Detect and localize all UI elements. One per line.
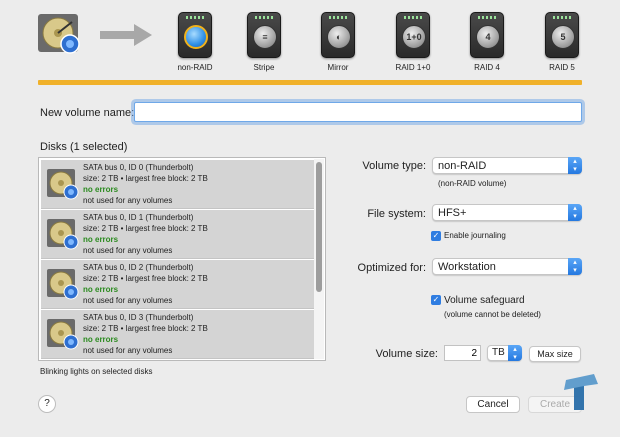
raid-type-label: Mirror <box>327 63 349 72</box>
hard-disk-icon <box>47 219 79 250</box>
disk-row[interactable]: SATA bus 0, ID 0 (Thunderbolt) size: 2 T… <box>41 160 315 209</box>
disks-heading: Disks (1 selected) <box>40 141 128 153</box>
disk-size: size: 2 TB • largest free block: 2 TB <box>83 324 208 333</box>
volume-type-popup[interactable]: non-RAID ▴ ▾ <box>432 157 582 174</box>
raid-type-mirror[interactable]: ◐ Mirror <box>303 12 373 72</box>
file-system-popup[interactable]: HFS+ ▴ ▾ <box>432 204 582 221</box>
raid10-icon: 1+0 <box>402 25 426 49</box>
disk-usage: not used for any volumes <box>83 196 173 205</box>
hard-disk-icon <box>47 319 79 350</box>
size-unit-value: TB <box>492 347 505 358</box>
disk-title: SATA bus 0, ID 3 (Thunderbolt) <box>83 313 194 322</box>
hard-disk-icon <box>47 269 79 300</box>
disk-status: no errors <box>83 285 119 294</box>
hard-disk-icon <box>47 169 79 200</box>
raid-type-non-raid[interactable]: non-RAID <box>160 12 230 72</box>
volume-size-label: Volume size: <box>375 348 438 360</box>
raid5-icon: 5 <box>551 25 575 49</box>
disk-title: SATA bus 0, ID 2 (Thunderbolt) <box>83 263 194 272</box>
stripe-icon: ≡ <box>253 25 277 49</box>
raid4-icon: 4 <box>476 25 500 49</box>
disk-row[interactable]: SATA bus 0, ID 3 (Thunderbolt) size: 2 T… <box>41 310 315 359</box>
blink-lights-label: Blinking lights on selected disks <box>40 367 153 376</box>
size-unit-popup[interactable]: TB ▴ ▾ <box>487 345 522 361</box>
disk-size: size: 2 TB • largest free block: 2 TB <box>83 174 208 183</box>
raid-type-raid10[interactable]: 1+0 RAID 1+0 <box>378 12 448 72</box>
disk-list[interactable]: SATA bus 0, ID 0 (Thunderbolt) size: 2 T… <box>38 157 326 361</box>
journaling-label: Enable journaling <box>444 231 506 240</box>
disk-size: size: 2 TB • largest free block: 2 TB <box>83 224 208 233</box>
progress-bar <box>38 80 582 85</box>
disk-status: no errors <box>83 185 119 194</box>
raid-type-raid5[interactable]: 5 RAID 5 <box>527 12 597 72</box>
chevron-updown-icon: ▴ ▾ <box>568 157 582 174</box>
help-button[interactable]: ? <box>38 395 56 413</box>
volume-type-label: Volume type: <box>362 160 426 172</box>
raid-type-stripe[interactable]: ≡ Stripe <box>229 12 299 72</box>
watermark-logo-icon <box>564 374 598 410</box>
volume-type-note: (non-RAID volume) <box>438 179 507 188</box>
cancel-button[interactable]: Cancel <box>466 396 520 413</box>
raid-type-label: Stripe <box>253 63 275 72</box>
file-system-value: HFS+ <box>438 207 467 219</box>
disk-status: no errors <box>83 235 119 244</box>
volume-type-value: non-RAID <box>438 160 487 172</box>
disk-status: no errors <box>83 335 119 344</box>
optimized-for-value: Workstation <box>438 261 496 273</box>
safeguard-note: (volume cannot be deleted) <box>444 310 541 319</box>
disk-title: SATA bus 0, ID 0 (Thunderbolt) <box>83 163 194 172</box>
disk-usage: not used for any volumes <box>83 246 173 255</box>
mirror-icon: ◐ <box>327 25 351 49</box>
safeguard-checkbox[interactable]: ✓ <box>431 295 441 305</box>
raid-type-label: RAID 4 <box>474 63 500 72</box>
volume-size-input[interactable] <box>444 345 481 361</box>
optimized-for-label: Optimized for: <box>357 262 426 274</box>
non-raid-icon <box>184 25 208 49</box>
journaling-checkbox[interactable]: ✓ <box>431 231 441 241</box>
disk-row[interactable]: SATA bus 0, ID 2 (Thunderbolt) size: 2 T… <box>41 260 315 309</box>
volume-name-label: New volume name: <box>40 107 135 119</box>
disk-usage: not used for any volumes <box>83 296 173 305</box>
safeguard-label: Volume safeguard <box>444 295 525 306</box>
arrow-right-icon <box>100 24 152 46</box>
source-disk-icon <box>38 14 80 54</box>
disk-row[interactable]: SATA bus 0, ID 1 (Thunderbolt) size: 2 T… <box>41 210 315 259</box>
file-system-label: File system: <box>367 208 426 220</box>
optimized-for-popup[interactable]: Workstation ▴ ▾ <box>432 258 582 275</box>
raid-type-label: RAID 5 <box>549 63 575 72</box>
raid-type-label: RAID 1+0 <box>395 63 431 72</box>
chevron-updown-icon: ▴ ▾ <box>568 258 582 275</box>
disk-title: SATA bus 0, ID 1 (Thunderbolt) <box>83 213 194 222</box>
disk-size: size: 2 TB • largest free block: 2 TB <box>83 274 208 283</box>
volume-name-input[interactable] <box>134 102 582 122</box>
raid-type-raid4[interactable]: 4 RAID 4 <box>452 12 522 72</box>
disk-usage: not used for any volumes <box>83 346 173 355</box>
max-size-button[interactable]: Max size <box>529 346 581 362</box>
chevron-updown-icon: ▴ ▾ <box>508 345 522 361</box>
raid-type-label: non-RAID <box>177 63 213 72</box>
chevron-updown-icon: ▴ ▾ <box>568 204 582 221</box>
